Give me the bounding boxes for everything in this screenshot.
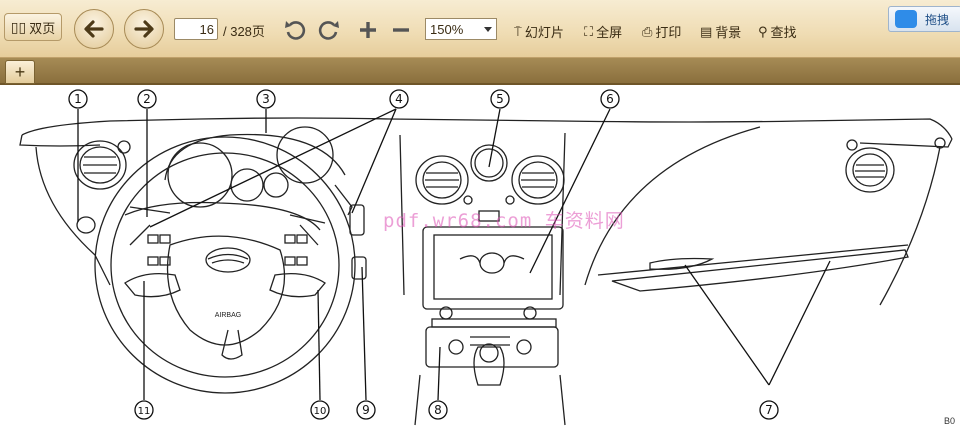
arrow-right-icon <box>134 20 154 38</box>
printer-icon: ⎙ <box>642 23 653 39</box>
rotate-right-icon[interactable] <box>317 17 341 41</box>
forward-button[interactable] <box>124 9 164 49</box>
callout-1: 1 <box>74 92 82 106</box>
dashboard-diagram: 1 2 3 4 5 6 7 8 9 10 11 AIRBAG pdf.wr68.… <box>0 85 960 435</box>
zoom-out-icon[interactable] <box>390 19 412 41</box>
callout-10: 10 <box>314 406 327 417</box>
callout-8: 8 <box>434 403 442 417</box>
fullscreen-button[interactable]: ⛶ 全屏 <box>584 22 622 41</box>
callout-5: 5 <box>496 92 504 106</box>
zoom-in-icon[interactable] <box>357 19 379 41</box>
toolbar: ▯▯ 双页 16 / 328页 150% ⍑ 幻灯片 ⛶ 全屏 ⎙ 打印 ▤ 背… <box>0 0 960 58</box>
callout-6: 6 <box>606 92 614 106</box>
zoom-select[interactable]: 150% <box>425 18 497 40</box>
book-icon: ▯▯ <box>10 18 27 35</box>
callout-9: 9 <box>362 403 370 417</box>
slideshow-label: 幻灯片 <box>524 25 564 40</box>
slideshow-button[interactable]: ⍑ 幻灯片 <box>514 22 564 41</box>
back-button[interactable] <box>74 9 114 49</box>
zoom-value: 150% <box>430 21 464 37</box>
search-icon: ⚲ <box>758 23 768 39</box>
dual-page-button[interactable]: ▯▯ 双页 <box>4 13 62 41</box>
callout-7: 7 <box>765 403 773 417</box>
baidu-label: 拖拽 <box>925 12 950 27</box>
tab-bar: + <box>0 58 960 85</box>
watermark-text: pdf.wr68.com 车资料网 <box>383 210 625 232</box>
background-icon: ▤ <box>700 23 713 39</box>
page-number-input[interactable]: 16 <box>174 18 218 40</box>
add-tab-button[interactable]: + <box>5 60 35 84</box>
find-button[interactable]: ⚲ 查找 <box>758 22 797 41</box>
arrow-left-icon <box>84 20 104 38</box>
dashboard-illustration: 1 2 3 4 5 6 7 8 9 10 11 AIRBAG <box>19 89 953 426</box>
slideshow-icon: ⍑ <box>514 23 522 39</box>
airbag-label: AIRBAG <box>215 312 241 319</box>
page-total: / 328页 <box>223 24 265 39</box>
print-label: 打印 <box>655 25 682 40</box>
print-button[interactable]: ⎙ 打印 <box>642 22 681 41</box>
callout-11: 11 <box>138 406 151 417</box>
rotate-left-icon[interactable] <box>283 17 307 41</box>
callout-3: 3 <box>262 92 270 106</box>
fullscreen-label: 全屏 <box>596 25 623 40</box>
corner-code: B0 <box>944 416 956 426</box>
fullscreen-icon: ⛶ <box>584 23 594 39</box>
dual-page-label: 双页 <box>29 20 56 36</box>
cloud-icon <box>895 10 917 28</box>
baidu-drag-button[interactable]: 拖拽 <box>888 6 960 32</box>
background-button[interactable]: ▤ 背景 <box>700 22 741 41</box>
chevron-down-icon <box>484 27 492 32</box>
callout-2: 2 <box>143 92 151 106</box>
find-label: 查找 <box>770 25 797 40</box>
callout-4: 4 <box>395 92 403 106</box>
background-label: 背景 <box>715 25 742 40</box>
